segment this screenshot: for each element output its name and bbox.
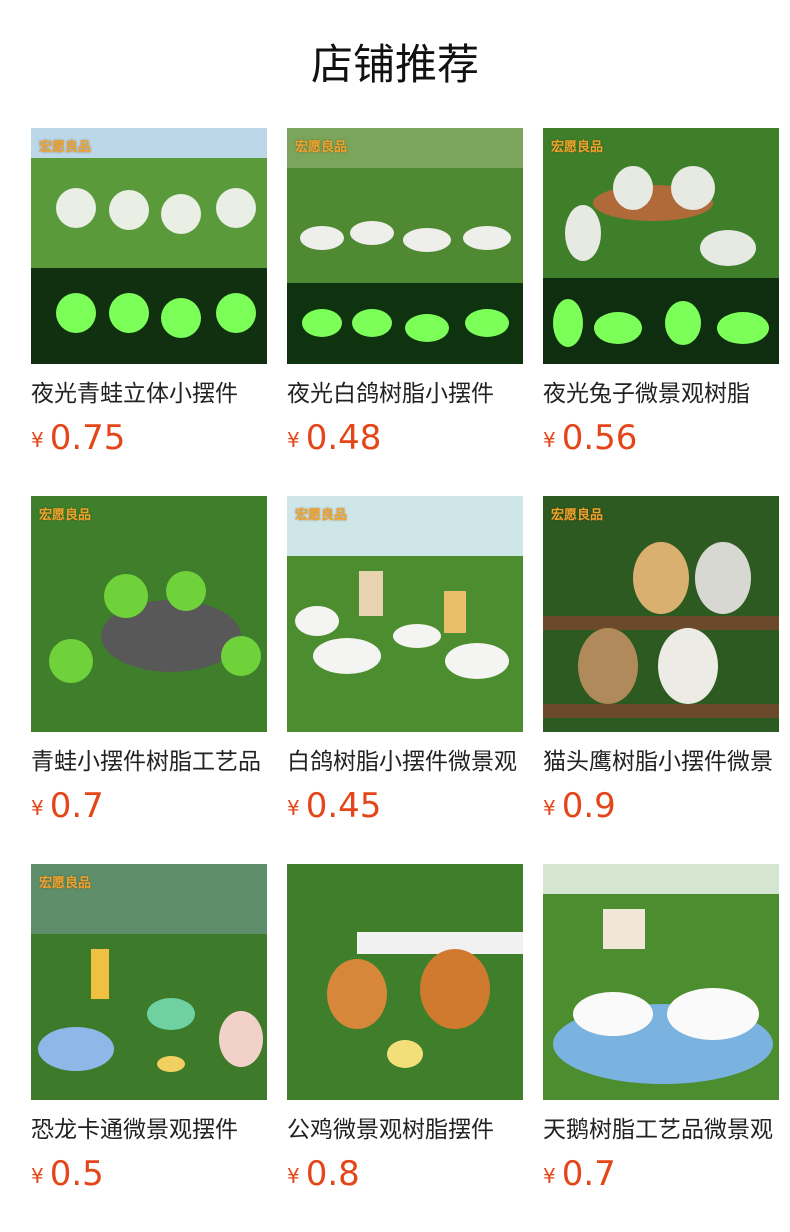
product-name[interactable]: 青蛙小摆件树脂工艺品 bbox=[31, 746, 267, 778]
brand-logo: 宏愿良品 bbox=[551, 140, 604, 155]
currency-symbol: ¥ bbox=[287, 796, 300, 820]
product-price: ¥0.5 bbox=[31, 1154, 104, 1194]
product-price: ¥0.9 bbox=[543, 786, 616, 826]
product-name[interactable]: 夜光兔子微景观树脂 bbox=[543, 378, 779, 410]
price-value: 0.45 bbox=[305, 786, 382, 826]
currency-symbol: ¥ bbox=[543, 796, 556, 820]
rooster-figurines-image[interactable] bbox=[287, 864, 523, 1100]
product-card[interactable]: 宏愿良品 白鸽树脂小摆件微景观 ¥0.45 bbox=[287, 496, 523, 836]
dove-windmill-image[interactable]: 宏愿良品 bbox=[287, 496, 523, 732]
currency-symbol: ¥ bbox=[31, 796, 44, 820]
product-name[interactable]: 天鹅树脂工艺品微景观 bbox=[543, 1114, 779, 1146]
currency-symbol: ¥ bbox=[543, 1164, 556, 1188]
glow-dove-figurines-image[interactable]: 宏愿良品 bbox=[287, 128, 523, 364]
product-card[interactable]: 宏愿良品 夜光青蛙立体小摆件 ¥0.75 bbox=[31, 128, 267, 468]
product-card[interactable]: 宏愿良品 夜光兔子微景观树脂 ¥0.56 bbox=[543, 128, 779, 468]
frog-figurines-image[interactable]: 宏愿良品 bbox=[31, 496, 267, 732]
section-title: 店铺推荐 bbox=[310, 40, 479, 89]
product-price: ¥0.8 bbox=[287, 1154, 360, 1194]
product-price: ¥0.7 bbox=[543, 1154, 616, 1194]
currency-symbol: ¥ bbox=[31, 428, 44, 452]
brand-logo: 宏愿良品 bbox=[39, 140, 92, 155]
price-value: 0.56 bbox=[561, 418, 638, 458]
price-value: 0.7 bbox=[561, 1154, 616, 1194]
price-value: 0.48 bbox=[305, 418, 382, 458]
brand-logo: 宏愿良品 bbox=[39, 876, 92, 891]
product-price: ¥0.75 bbox=[31, 418, 125, 458]
brand-logo: 宏愿良品 bbox=[39, 508, 92, 523]
product-name[interactable]: 恐龙卡通微景观摆件 bbox=[31, 1114, 267, 1146]
currency-symbol: ¥ bbox=[31, 1164, 44, 1188]
product-name[interactable]: 公鸡微景观树脂摆件 bbox=[287, 1114, 523, 1146]
glow-frog-figurines-image[interactable]: 宏愿良品 bbox=[31, 128, 267, 364]
product-price: ¥0.56 bbox=[543, 418, 637, 458]
price-value: 0.9 bbox=[561, 786, 616, 826]
product-price: ¥0.7 bbox=[31, 786, 104, 826]
product-card[interactable]: 公鸡微景观树脂摆件 ¥0.8 bbox=[287, 864, 523, 1204]
price-value: 0.5 bbox=[49, 1154, 104, 1194]
product-card[interactable]: 宏愿良品 青蛙小摆件树脂工艺品 ¥0.7 bbox=[31, 496, 267, 836]
brand-logo: 宏愿良品 bbox=[295, 140, 348, 155]
product-card[interactable]: 宏愿良品 夜光白鸽树脂小摆件 ¥0.48 bbox=[287, 128, 523, 468]
owl-figurines-image[interactable]: 宏愿良品 bbox=[543, 496, 779, 732]
product-card[interactable]: 宏愿良品 猫头鹰树脂小摆件微景 ¥0.9 bbox=[543, 496, 779, 836]
brand-logo: 宏愿良品 bbox=[551, 508, 604, 523]
product-price: ¥0.48 bbox=[287, 418, 381, 458]
product-name[interactable]: 夜光青蛙立体小摆件 bbox=[31, 378, 267, 410]
swan-figurines-image[interactable] bbox=[543, 864, 779, 1100]
product-card[interactable]: 宏愿良品 恐龙卡通微景观摆件 ¥0.5 bbox=[31, 864, 267, 1204]
product-name[interactable]: 夜光白鸽树脂小摆件 bbox=[287, 378, 523, 410]
price-value: 0.75 bbox=[49, 418, 126, 458]
product-name[interactable]: 猫头鹰树脂小摆件微景 bbox=[543, 746, 779, 778]
dinosaur-figurines-image[interactable]: 宏愿良品 bbox=[31, 864, 267, 1100]
price-value: 0.8 bbox=[305, 1154, 360, 1194]
currency-symbol: ¥ bbox=[543, 428, 556, 452]
currency-symbol: ¥ bbox=[287, 1164, 300, 1188]
glow-rabbit-figurines-image[interactable]: 宏愿良品 bbox=[543, 128, 779, 364]
product-name[interactable]: 白鸽树脂小摆件微景观 bbox=[287, 746, 523, 778]
brand-logo: 宏愿良品 bbox=[295, 508, 348, 523]
price-value: 0.7 bbox=[49, 786, 104, 826]
currency-symbol: ¥ bbox=[287, 428, 300, 452]
product-price: ¥0.45 bbox=[287, 786, 381, 826]
product-card[interactable]: 天鹅树脂工艺品微景观 ¥0.7 bbox=[543, 864, 779, 1204]
